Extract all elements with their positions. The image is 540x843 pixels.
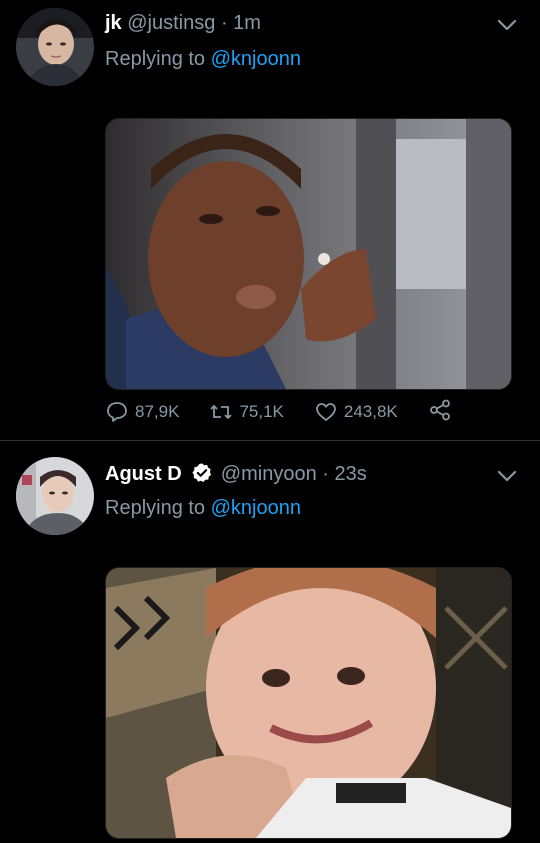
verified-badge-icon xyxy=(192,463,212,482)
child-photo xyxy=(106,119,511,389)
tweet-2[interactable]: Agust D @minyoon · 23s Replying to @knjo… xyxy=(0,441,540,843)
retweet-button[interactable]: 75,1K xyxy=(209,400,284,424)
separator: · xyxy=(322,463,329,485)
reply-button[interactable]: 87,9K xyxy=(105,400,179,424)
avatar-image xyxy=(16,457,94,535)
timeline: jk @justinsg · 1m Replying to @knjoonn 8… xyxy=(0,0,540,843)
separator: · xyxy=(220,12,228,34)
reply-icon xyxy=(107,402,127,422)
share-icon xyxy=(429,399,450,420)
replying-prefix: Replying to xyxy=(105,497,206,519)
reply-count: 87,9K xyxy=(135,402,180,421)
tweet-actions: 87,9K 75,1K 243,8K xyxy=(105,397,465,427)
tweet-header: jk @justinsg · 1m xyxy=(105,10,520,36)
mention-link[interactable]: @knjoonn xyxy=(211,48,301,70)
user-handle[interactable]: @justinsg xyxy=(127,12,215,34)
avatar-jk[interactable] xyxy=(16,8,94,86)
like-icon xyxy=(315,403,336,421)
tweet-image[interactable] xyxy=(105,118,512,390)
child-photo xyxy=(106,568,511,838)
tweet-header: Agust D @minyoon · 23s xyxy=(105,461,520,487)
like-button[interactable]: 243,8K xyxy=(314,400,398,424)
retweet-icon xyxy=(210,404,233,420)
avatar-image xyxy=(16,8,94,86)
tweet-image[interactable] xyxy=(105,567,512,839)
replying-to: Replying to @knjoonn xyxy=(105,495,301,521)
timestamp[interactable]: 1m xyxy=(233,12,261,34)
display-name[interactable]: Agust D xyxy=(105,463,182,485)
like-count: 243,8K xyxy=(343,402,398,421)
display-name[interactable]: jk xyxy=(105,12,122,34)
avatar-agust-d[interactable] xyxy=(16,457,94,535)
tweet-1[interactable]: jk @justinsg · 1m Replying to @knjoonn 8… xyxy=(0,0,540,440)
replying-to: Replying to @knjoonn xyxy=(105,46,301,72)
user-handle[interactable]: @minyoon xyxy=(221,463,317,485)
chevron-down-icon[interactable] xyxy=(496,18,518,32)
chevron-down-icon[interactable] xyxy=(496,469,518,483)
replying-prefix: Replying to xyxy=(105,48,206,70)
timestamp[interactable]: 23s xyxy=(335,463,367,485)
mention-link[interactable]: @knjoonn xyxy=(211,497,301,519)
share-button[interactable] xyxy=(428,398,452,427)
retweet-count: 75,1K xyxy=(239,402,284,421)
